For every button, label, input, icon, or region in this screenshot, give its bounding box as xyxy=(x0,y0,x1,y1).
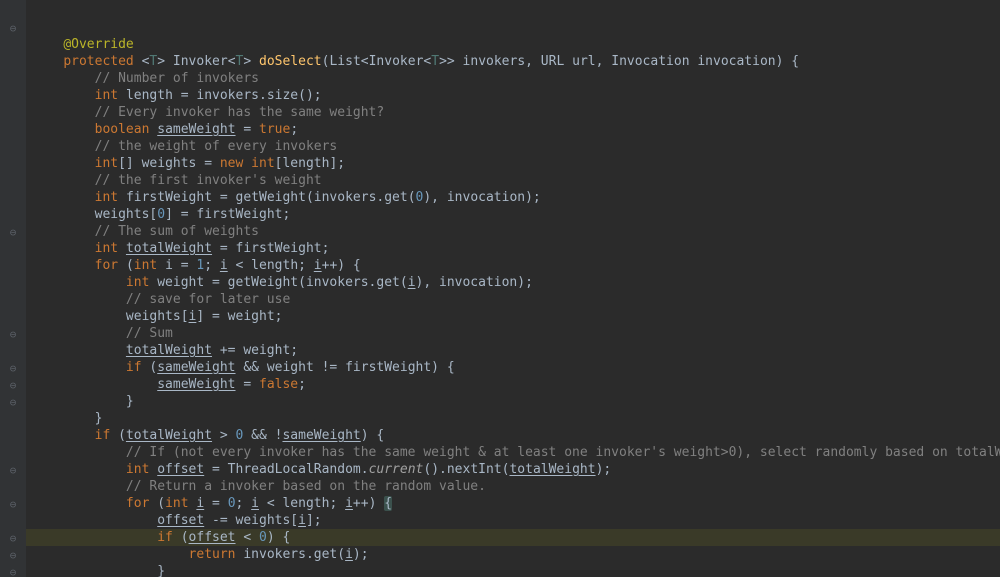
fold-toggle-icon[interactable]: ⊖ xyxy=(6,377,20,391)
code-line: sameWeight = false; xyxy=(32,376,1000,393)
code-area[interactable]: @Override protected <T> Invoker<T> doSel… xyxy=(26,0,1000,577)
fold-toggle-icon[interactable]: ⊖ xyxy=(6,564,20,577)
code-line: int totalWeight = firstWeight; xyxy=(32,240,1000,257)
code-line: int[] weights = new int[length]; xyxy=(32,155,1000,172)
code-line: for (int i = 1; i < length; i++) { xyxy=(32,257,1000,274)
fold-toggle-icon[interactable]: ⊖ xyxy=(6,326,20,340)
code-line: return invokers.get(i); xyxy=(32,546,1000,563)
code-editor: ⊖ ⊖ ⊖ ⊖ ⊖ ⊖ ⊖ ⊖ ⊖ ⊖ ⊖ @Override protected <T> Invo… xyxy=(0,0,1000,577)
code-line: for (int i = 0; i < length; i++) { xyxy=(32,495,1000,512)
code-line: // the weight of every invokers xyxy=(32,138,1000,155)
code-line: int offset = ThreadLocalRandom.current()… xyxy=(32,461,1000,478)
fold-toggle-icon[interactable]: ⊖ xyxy=(6,530,20,544)
code-line: boolean sameWeight = true; xyxy=(32,121,1000,138)
code-line: if (sameWeight && weight != firstWeight)… xyxy=(32,359,1000,376)
code-line: if (offset < 0) { xyxy=(32,529,1000,546)
code-line: // the first invoker's weight xyxy=(32,172,1000,189)
code-line: weights[0] = firstWeight; xyxy=(32,206,1000,223)
fold-toggle-icon[interactable]: ⊖ xyxy=(6,496,20,510)
editor-gutter[interactable]: ⊖ ⊖ ⊖ ⊖ ⊖ ⊖ ⊖ ⊖ ⊖ ⊖ ⊖ xyxy=(0,0,26,577)
code-line: int firstWeight = getWeight(invokers.get… xyxy=(32,189,1000,206)
code-line: // save for later use xyxy=(32,291,1000,308)
fold-toggle-icon[interactable]: ⊖ xyxy=(6,394,20,408)
fold-toggle-icon[interactable]: ⊖ xyxy=(6,462,20,476)
code-line: int length = invokers.size(); xyxy=(32,87,1000,104)
code-line: int weight = getWeight(invokers.get(i), … xyxy=(32,274,1000,291)
fold-toggle-icon[interactable]: ⊖ xyxy=(6,360,20,374)
fold-toggle-icon[interactable]: ⊖ xyxy=(6,224,20,238)
code-line: // Return a invoker based on the random … xyxy=(32,478,1000,495)
code-line: offset -= weights[i]; xyxy=(32,512,1000,529)
code-line: } xyxy=(32,393,1000,410)
code-line: totalWeight += weight; xyxy=(32,342,1000,359)
code-line: // The sum of weights xyxy=(32,223,1000,240)
code-line: } xyxy=(32,563,1000,577)
code-line: // Sum xyxy=(32,325,1000,342)
fold-toggle-icon[interactable]: ⊖ xyxy=(6,20,20,34)
code-line: weights[i] = weight; xyxy=(32,308,1000,325)
code-text: @Override protected <T> Invoker<T> doSel… xyxy=(32,36,1000,577)
code-line: // Every invoker has the same weight? xyxy=(32,104,1000,121)
code-line: } xyxy=(32,410,1000,427)
fold-toggle-icon[interactable]: ⊖ xyxy=(6,547,20,561)
code-line: // If (not every invoker has the same we… xyxy=(32,444,1000,461)
code-line: // Number of invokers xyxy=(32,70,1000,87)
code-line: @Override xyxy=(32,36,1000,53)
code-line: if (totalWeight > 0 && !sameWeight) { xyxy=(32,427,1000,444)
code-line: protected <T> Invoker<T> doSelect(List<I… xyxy=(32,53,1000,70)
